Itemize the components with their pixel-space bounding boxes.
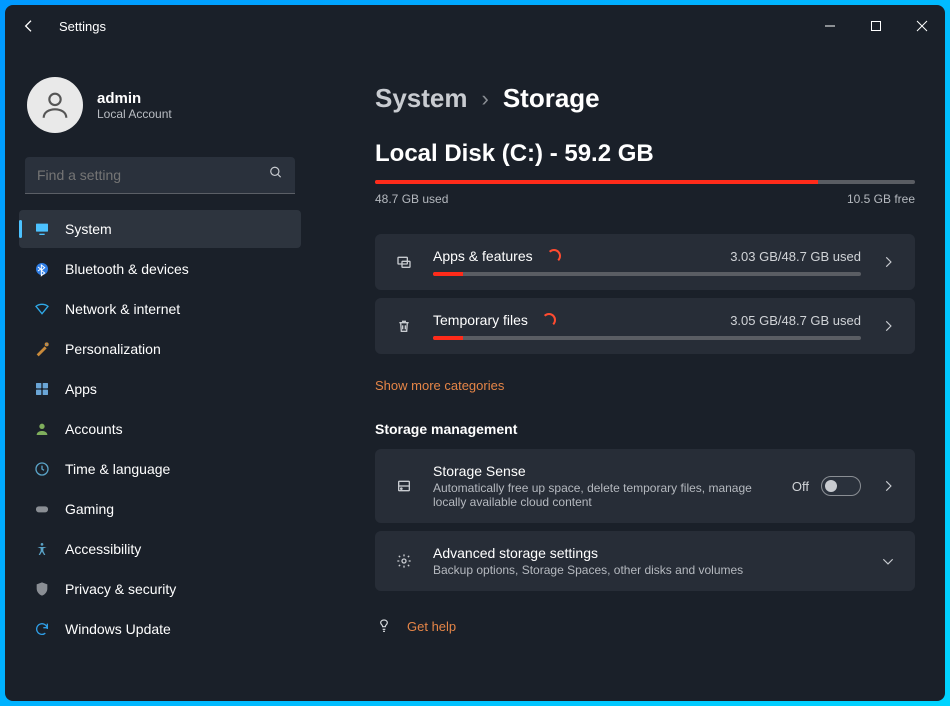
sidebar-item-apps[interactable]: Apps — [19, 370, 301, 408]
nav-label: Network & internet — [65, 301, 180, 317]
sidebar-item-bluetooth-devices[interactable]: Bluetooth & devices — [19, 250, 301, 288]
get-help-label: Get help — [407, 619, 456, 634]
category-bar — [433, 272, 861, 276]
sidebar-item-time-language[interactable]: Time & language — [19, 450, 301, 488]
close-button[interactable] — [899, 9, 945, 43]
shield-icon — [33, 580, 51, 598]
minimize-button[interactable] — [807, 9, 853, 43]
chevron-down-icon — [879, 554, 897, 568]
avatar — [27, 77, 83, 133]
section-header: Storage management — [375, 421, 915, 437]
sidebar-item-system[interactable]: System — [19, 210, 301, 248]
bluetooth-icon — [33, 260, 51, 278]
mgmt-card-storage-sense[interactable]: Storage Sense Automatically free up space… — [375, 449, 915, 523]
card-title: Advanced storage settings — [433, 545, 861, 561]
disk-used-label: 48.7 GB used — [375, 192, 448, 206]
gamepad-icon — [33, 500, 51, 518]
help-icon — [375, 617, 393, 635]
loading-spinner-icon — [542, 313, 556, 327]
card-subtitle: Automatically free up space, delete temp… — [433, 481, 774, 509]
sidebar-item-windows-update[interactable]: Windows Update — [19, 610, 301, 648]
update-icon — [33, 620, 51, 638]
storage-sense-toggle[interactable] — [821, 476, 861, 496]
sidebar-item-network-internet[interactable]: Network & internet — [19, 290, 301, 328]
sidebar-item-accounts[interactable]: Accounts — [19, 410, 301, 448]
back-button[interactable] — [19, 16, 39, 36]
monitor-icon — [33, 220, 51, 238]
nav-label: Bluetooth & devices — [65, 261, 189, 277]
toggle-state-label: Off — [792, 479, 809, 494]
search-input[interactable] — [25, 157, 295, 193]
nav-label: Accounts — [65, 421, 123, 437]
sidebar: admin Local Account System Bluetooth & de… — [5, 47, 315, 701]
card-title: Temporary files — [433, 312, 528, 328]
chevron-right-icon: › — [482, 86, 489, 112]
nav-label: Privacy & security — [65, 581, 176, 597]
search-icon — [269, 166, 283, 185]
card-title: Storage Sense — [433, 463, 774, 479]
card-meta: 3.05 GB/48.7 GB used — [730, 313, 861, 328]
nav-label: Time & language — [65, 461, 170, 477]
nav-label: System — [65, 221, 112, 237]
chevron-right-icon — [879, 319, 897, 333]
nav-label: Gaming — [65, 501, 114, 517]
person-icon — [33, 420, 51, 438]
apps-icon — [33, 380, 51, 398]
user-subtitle: Local Account — [97, 107, 172, 121]
gear-icon — [393, 550, 415, 572]
disk-title: Local Disk (C:) - 59.2 GB — [375, 140, 915, 168]
titlebar: Settings — [5, 5, 945, 47]
category-bar — [433, 336, 861, 340]
wifi-icon — [33, 300, 51, 318]
user-profile[interactable]: admin Local Account — [27, 77, 301, 133]
nav-label: Accessibility — [65, 541, 141, 557]
mgmt-card-advanced-storage-settings[interactable]: Advanced storage settings Backup options,… — [375, 531, 915, 591]
loading-spinner-icon — [547, 249, 561, 263]
search-wrap — [25, 157, 295, 194]
sidebar-item-gaming[interactable]: Gaming — [19, 490, 301, 528]
apps-features-icon — [393, 251, 415, 273]
card-title: Apps & features — [433, 248, 533, 264]
breadcrumb-parent[interactable]: System — [375, 83, 468, 114]
settings-window: Settings admin Local Account — [5, 5, 945, 701]
user-name: admin — [97, 90, 172, 107]
clock-icon — [33, 460, 51, 478]
category-card-temporary-files[interactable]: Temporary files 3.05 GB/48.7 GB used — [375, 298, 915, 354]
nav-label: Windows Update — [65, 621, 171, 637]
sidebar-item-accessibility[interactable]: Accessibility — [19, 530, 301, 568]
card-subtitle: Backup options, Storage Spaces, other di… — [433, 563, 861, 577]
chevron-right-icon — [879, 255, 897, 269]
sidebar-item-personalization[interactable]: Personalization — [19, 330, 301, 368]
show-more-link[interactable]: Show more categories — [375, 378, 504, 393]
card-meta: 3.03 GB/48.7 GB used — [730, 249, 861, 264]
drive-icon — [393, 475, 415, 497]
nav-label: Personalization — [65, 341, 161, 357]
main-content: System › Storage Local Disk (C:) - 59.2 … — [315, 47, 945, 701]
nav-label: Apps — [65, 381, 97, 397]
trash-icon — [393, 315, 415, 337]
category-card-apps-features[interactable]: Apps & features 3.03 GB/48.7 GB used — [375, 234, 915, 290]
nav-list: System Bluetooth & devices Network & inter… — [19, 210, 301, 648]
disk-usage-bar — [375, 180, 915, 184]
get-help-row[interactable]: Get help — [375, 611, 915, 641]
breadcrumb-current: Storage — [503, 83, 600, 114]
disk-free-label: 10.5 GB free — [847, 192, 915, 206]
breadcrumb: System › Storage — [375, 83, 915, 114]
chevron-right-icon — [879, 479, 897, 493]
brush-icon — [33, 340, 51, 358]
sidebar-item-privacy-security[interactable]: Privacy & security — [19, 570, 301, 608]
accessibility-icon — [33, 540, 51, 558]
window-title: Settings — [59, 19, 106, 34]
maximize-button[interactable] — [853, 9, 899, 43]
